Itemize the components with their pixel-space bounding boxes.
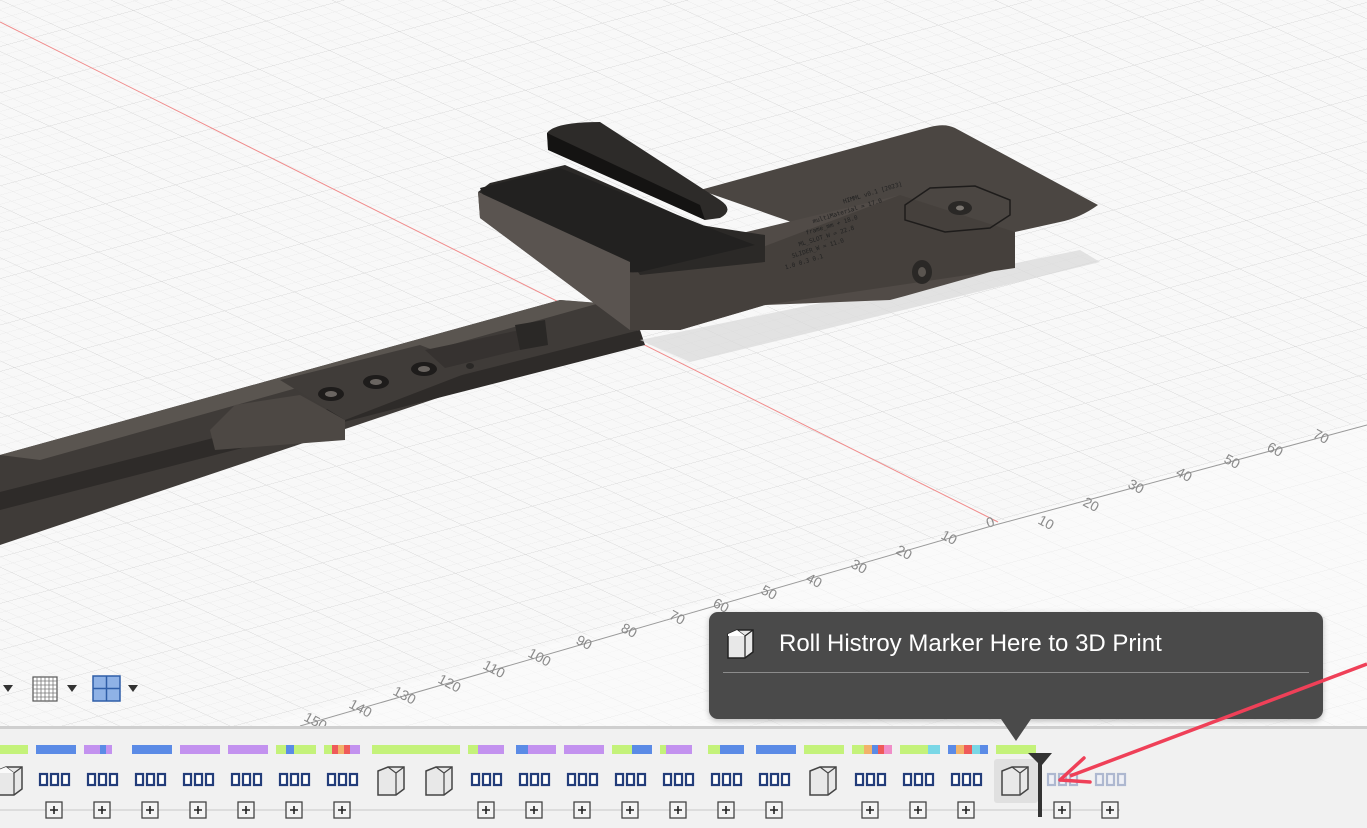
group-feature[interactable] — [710, 772, 743, 787]
group-feature[interactable] — [758, 772, 791, 787]
display-settings-dropdown-icon[interactable] — [3, 685, 13, 692]
body-icon — [727, 629, 754, 659]
expand-group-button[interactable] — [573, 801, 591, 819]
expand-group-button[interactable] — [525, 801, 543, 819]
group-feature[interactable] — [182, 772, 215, 787]
group-feature[interactable] — [662, 772, 695, 787]
expand-group-button[interactable] — [909, 801, 927, 819]
grid-settings-dropdown-icon[interactable] — [67, 685, 77, 692]
viewports-layout-icon[interactable] — [92, 675, 121, 702]
expand-group-button[interactable] — [189, 801, 207, 819]
expand-group-button[interactable] — [1101, 801, 1119, 819]
group-feature[interactable] — [38, 772, 71, 787]
group-feature[interactable] — [326, 772, 359, 787]
group-feature[interactable] — [278, 772, 311, 787]
expand-group-button[interactable] — [957, 801, 975, 819]
body-feature[interactable] — [809, 766, 837, 796]
view-toolbar — [0, 668, 150, 710]
body-feature[interactable] — [377, 766, 405, 796]
group-feature[interactable] — [566, 772, 599, 787]
group-feature[interactable] — [86, 772, 119, 787]
group-feature[interactable] — [518, 772, 551, 787]
group-feature[interactable] — [854, 772, 887, 787]
group-feature[interactable] — [134, 772, 167, 787]
annotation-arrow — [1058, 662, 1367, 784]
expand-group-button[interactable] — [861, 801, 879, 819]
expand-group-button[interactable] — [621, 801, 639, 819]
group-feature[interactable] — [230, 772, 263, 787]
body-feature[interactable] — [425, 766, 453, 796]
expand-group-button[interactable] — [141, 801, 159, 819]
expand-group-button[interactable] — [45, 801, 63, 819]
grid-settings-icon[interactable] — [32, 676, 58, 702]
expand-group-button[interactable] — [765, 801, 783, 819]
group-feature[interactable] — [470, 772, 503, 787]
expand-group-button[interactable] — [93, 801, 111, 819]
group-feature[interactable] — [950, 772, 983, 787]
expand-group-button[interactable] — [333, 801, 351, 819]
viewports-dropdown-icon[interactable] — [128, 685, 138, 692]
body-feature-selected[interactable] — [1001, 766, 1029, 796]
expand-group-button[interactable] — [669, 801, 687, 819]
feature-color-bars — [0, 745, 1036, 754]
group-feature[interactable] — [614, 772, 647, 787]
expand-group-button[interactable] — [237, 801, 255, 819]
expand-group-button[interactable] — [717, 801, 735, 819]
expand-group-button[interactable] — [285, 801, 303, 819]
body-feature[interactable] — [0, 766, 23, 796]
expand-group-button[interactable] — [1053, 801, 1071, 819]
expand-group-button[interactable] — [477, 801, 495, 819]
group-features — [38, 772, 1127, 787]
group-feature[interactable] — [902, 772, 935, 787]
